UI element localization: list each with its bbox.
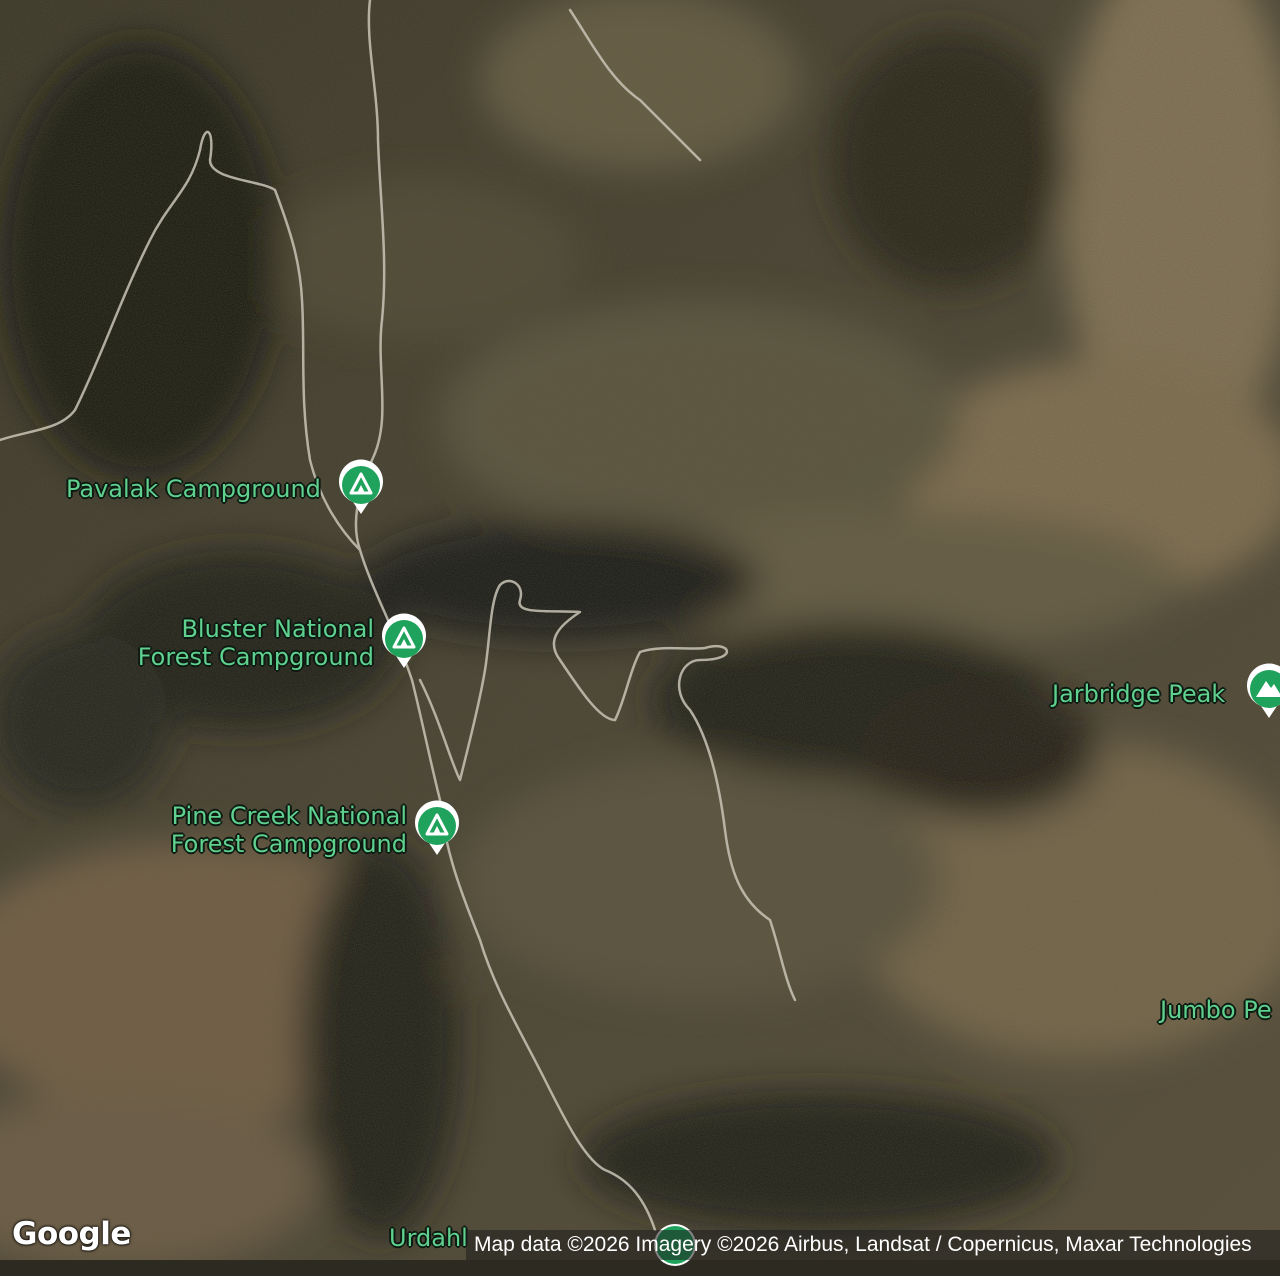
place-label-pavalak-campground[interactable]: Pavalak Campground (66, 475, 321, 503)
map-attribution[interactable]: Map data ©2026 Imagery ©2026 Airbus, Lan… (466, 1230, 1280, 1260)
mountain-icon (1247, 663, 1280, 718)
place-label-pine-creek-line1[interactable]: Pine Creek National (130, 802, 407, 830)
campground-pin-pavalak[interactable] (338, 459, 384, 514)
campground-pin-bluster[interactable] (381, 613, 427, 668)
campground-icon (415, 800, 459, 855)
place-label-bluster-line2[interactable]: Forest Campground (112, 643, 374, 671)
place-label-urdahl[interactable]: Urdahl (389, 1224, 468, 1252)
place-label-jarbridge-peak[interactable]: Jarbridge Peak (1052, 680, 1225, 708)
peak-pin-jarbridge[interactable] (1246, 663, 1280, 718)
place-label-bluster-line1[interactable]: Bluster National (112, 615, 374, 643)
campground-icon (339, 459, 383, 514)
place-label-pine-creek-line2[interactable]: Forest Campground (130, 830, 407, 858)
campground-pin-pine-creek[interactable] (414, 800, 460, 855)
campground-icon (382, 613, 426, 668)
google-logo: Google (12, 1216, 131, 1252)
place-label-jumbo-peak[interactable]: Jumbo Pe (1160, 996, 1272, 1024)
